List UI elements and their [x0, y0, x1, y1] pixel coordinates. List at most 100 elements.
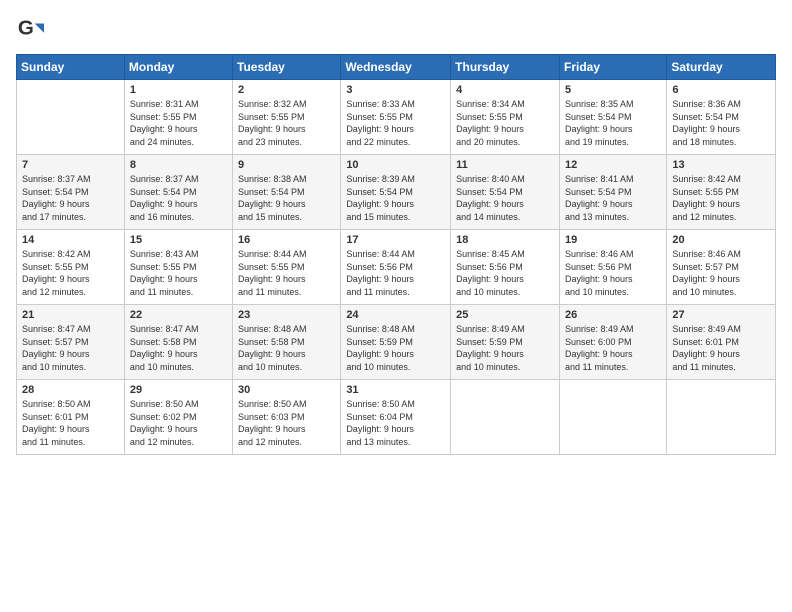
calendar-week-2: 7 Sunrise: 8:37 AMSunset: 5:54 PMDaylight…	[17, 155, 776, 230]
day-info: Sunrise: 8:49 AMSunset: 5:59 PMDaylight:…	[456, 323, 554, 373]
logo: G	[16, 16, 46, 44]
day-number: 9	[238, 159, 335, 171]
day-number: 29	[130, 384, 227, 396]
day-number: 12	[565, 159, 661, 171]
day-number: 22	[130, 309, 227, 321]
day-info: Sunrise: 8:49 AMSunset: 6:01 PMDaylight:…	[672, 323, 770, 373]
day-number: 23	[238, 309, 335, 321]
weekday-header-thursday: Thursday	[451, 55, 560, 80]
calendar-cell: 19 Sunrise: 8:46 AMSunset: 5:56 PMDayligh…	[559, 230, 666, 305]
calendar-cell: 6Sunrise: 8:36 AMSunset: 5:54 PMDaylight…	[667, 80, 776, 155]
calendar-cell: 11Sunrise: 8:40 AMSunset: 5:54 PMDayligh…	[451, 155, 560, 230]
day-info: Sunrise: 8:41 AMSunset: 5:54 PMDaylight:…	[565, 173, 661, 223]
day-info: Sunrise: 8:37 AMSunset: 5:54 PMDaylight:…	[130, 173, 227, 223]
calendar-cell: 10 Sunrise: 8:39 AMSunset: 5:54 PMDayligh…	[341, 155, 451, 230]
day-number: 27	[672, 309, 770, 321]
day-info: Sunrise: 8:34 AMSunset: 5:55 PMDaylight:…	[456, 98, 554, 148]
calendar-cell: 2 Sunrise: 8:32 AMSunset: 5:55 PMDaylight…	[233, 80, 341, 155]
weekday-header-sunday: Sunday	[17, 55, 125, 80]
calendar-table: SundayMondayTuesdayWednesdayThursdayFrid…	[16, 54, 776, 455]
svg-text:G: G	[18, 17, 34, 40]
day-info: Sunrise: 8:45 AMSunset: 5:56 PMDaylight:…	[456, 248, 554, 298]
calendar-cell	[559, 380, 666, 455]
calendar-cell: 21 Sunrise: 8:47 AMSunset: 5:57 PMDayligh…	[17, 305, 125, 380]
calendar-cell: 15 Sunrise: 8:43 AMSunset: 5:55 PMDayligh…	[124, 230, 232, 305]
day-info: Sunrise: 8:31 AMSunset: 5:55 PMDaylight:…	[130, 98, 227, 148]
calendar-cell	[451, 380, 560, 455]
day-info: Sunrise: 8:50 AMSunset: 6:01 PMDaylight:…	[22, 398, 119, 448]
calendar-cell: 4 Sunrise: 8:34 AMSunset: 5:55 PMDaylight…	[451, 80, 560, 155]
day-info: Sunrise: 8:44 AMSunset: 5:55 PMDaylight:…	[238, 248, 335, 298]
day-number: 1	[130, 84, 227, 96]
day-info: Sunrise: 8:48 AMSunset: 5:59 PMDaylight:…	[346, 323, 445, 373]
day-info: Sunrise: 8:40 AMSunset: 5:54 PMDaylight:…	[456, 173, 554, 223]
weekday-header-tuesday: Tuesday	[233, 55, 341, 80]
day-info: Sunrise: 8:46 AMSunset: 5:56 PMDaylight:…	[565, 248, 661, 298]
day-info: Sunrise: 8:39 AMSunset: 5:54 PMDaylight:…	[346, 173, 445, 223]
calendar-header: SundayMondayTuesdayWednesdayThursdayFrid…	[17, 55, 776, 80]
day-number: 4	[456, 84, 554, 96]
day-info: Sunrise: 8:43 AMSunset: 5:55 PMDaylight:…	[130, 248, 227, 298]
calendar-cell: 16 Sunrise: 8:44 AMSunset: 5:55 PMDayligh…	[233, 230, 341, 305]
day-info: Sunrise: 8:47 AMSunset: 5:58 PMDaylight:…	[130, 323, 227, 373]
calendar-cell: 9 Sunrise: 8:38 AMSunset: 5:54 PMDaylight…	[233, 155, 341, 230]
day-number: 28	[22, 384, 119, 396]
day-number: 3	[346, 84, 445, 96]
calendar-cell: 26Sunrise: 8:49 AMSunset: 6:00 PMDayligh…	[559, 305, 666, 380]
day-number: 30	[238, 384, 335, 396]
calendar-cell: 31 Sunrise: 8:50 AMSunset: 6:04 PMDayligh…	[341, 380, 451, 455]
calendar-cell: 8 Sunrise: 8:37 AMSunset: 5:54 PMDaylight…	[124, 155, 232, 230]
day-number: 2	[238, 84, 335, 96]
calendar-cell: 22 Sunrise: 8:47 AMSunset: 5:58 PMDayligh…	[124, 305, 232, 380]
day-number: 14	[22, 234, 119, 246]
day-number: 31	[346, 384, 445, 396]
day-info: Sunrise: 8:50 AMSunset: 6:02 PMDaylight:…	[130, 398, 227, 448]
day-info: Sunrise: 8:44 AMSunset: 5:56 PMDaylight:…	[346, 248, 445, 298]
weekday-header-row: SundayMondayTuesdayWednesdayThursdayFrid…	[17, 55, 776, 80]
calendar-week-4: 21 Sunrise: 8:47 AMSunset: 5:57 PMDayligh…	[17, 305, 776, 380]
day-info: Sunrise: 8:32 AMSunset: 5:55 PMDaylight:…	[238, 98, 335, 148]
day-info: Sunrise: 8:35 AMSunset: 5:54 PMDaylight:…	[565, 98, 661, 148]
calendar-week-3: 14Sunrise: 8:42 AMSunset: 5:55 PMDayligh…	[17, 230, 776, 305]
day-number: 7	[22, 159, 119, 171]
weekday-header-monday: Monday	[124, 55, 232, 80]
day-number: 19	[565, 234, 661, 246]
day-info: Sunrise: 8:33 AMSunset: 5:55 PMDaylight:…	[346, 98, 445, 148]
header: G	[16, 16, 776, 44]
day-info: Sunrise: 8:48 AMSunset: 5:58 PMDaylight:…	[238, 323, 335, 373]
weekday-header-wednesday: Wednesday	[341, 55, 451, 80]
calendar-cell: 14Sunrise: 8:42 AMSunset: 5:55 PMDayligh…	[17, 230, 125, 305]
day-number: 15	[130, 234, 227, 246]
calendar-cell: 12 Sunrise: 8:41 AMSunset: 5:54 PMDayligh…	[559, 155, 666, 230]
calendar-cell: 29 Sunrise: 8:50 AMSunset: 6:02 PMDayligh…	[124, 380, 232, 455]
day-info: Sunrise: 8:47 AMSunset: 5:57 PMDaylight:…	[22, 323, 119, 373]
calendar-cell: 27 Sunrise: 8:49 AMSunset: 6:01 PMDayligh…	[667, 305, 776, 380]
day-number: 10	[346, 159, 445, 171]
day-number: 8	[130, 159, 227, 171]
day-number: 26	[565, 309, 661, 321]
calendar-week-5: 28 Sunrise: 8:50 AMSunset: 6:01 PMDayligh…	[17, 380, 776, 455]
day-info: Sunrise: 8:46 AMSunset: 5:57 PMDaylight:…	[672, 248, 770, 298]
page-container: G SundayMondayTuesdayWednesdayThursdayFr…	[0, 0, 792, 612]
calendar-cell: 25Sunrise: 8:49 AMSunset: 5:59 PMDayligh…	[451, 305, 560, 380]
day-number: 5	[565, 84, 661, 96]
calendar-cell: 20Sunrise: 8:46 AMSunset: 5:57 PMDayligh…	[667, 230, 776, 305]
day-info: Sunrise: 8:38 AMSunset: 5:54 PMDaylight:…	[238, 173, 335, 223]
calendar-cell: 13Sunrise: 8:42 AMSunset: 5:55 PMDayligh…	[667, 155, 776, 230]
calendar-cell: 30Sunrise: 8:50 AMSunset: 6:03 PMDayligh…	[233, 380, 341, 455]
calendar-cell: 23 Sunrise: 8:48 AMSunset: 5:58 PMDayligh…	[233, 305, 341, 380]
calendar-cell: 7Sunrise: 8:37 AMSunset: 5:54 PMDaylight…	[17, 155, 125, 230]
day-number: 16	[238, 234, 335, 246]
calendar-cell: 28 Sunrise: 8:50 AMSunset: 6:01 PMDayligh…	[17, 380, 125, 455]
calendar-cell: 24 Sunrise: 8:48 AMSunset: 5:59 PMDayligh…	[341, 305, 451, 380]
weekday-header-friday: Friday	[559, 55, 666, 80]
calendar-cell: 17Sunrise: 8:44 AMSunset: 5:56 PMDayligh…	[341, 230, 451, 305]
calendar-cell: 18Sunrise: 8:45 AMSunset: 5:56 PMDayligh…	[451, 230, 560, 305]
day-number: 13	[672, 159, 770, 171]
calendar-cell: 5 Sunrise: 8:35 AMSunset: 5:54 PMDaylight…	[559, 80, 666, 155]
calendar-week-1: 1 Sunrise: 8:31 AMSunset: 5:55 PMDaylight…	[17, 80, 776, 155]
calendar-cell: 1 Sunrise: 8:31 AMSunset: 5:55 PMDaylight…	[124, 80, 232, 155]
day-number: 24	[346, 309, 445, 321]
day-number: 21	[22, 309, 119, 321]
day-info: Sunrise: 8:50 AMSunset: 6:04 PMDaylight:…	[346, 398, 445, 448]
